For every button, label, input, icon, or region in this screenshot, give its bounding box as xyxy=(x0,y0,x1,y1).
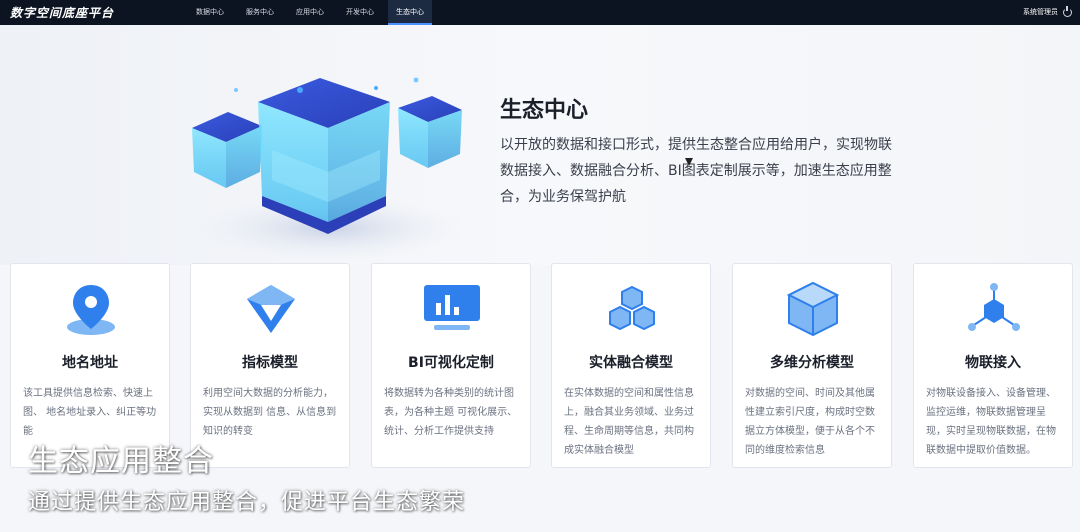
app-title[interactable]: 数字空间底座平台 xyxy=(10,4,114,21)
mouse-cursor-icon xyxy=(685,158,693,166)
bar-chart-monitor-icon xyxy=(424,285,480,330)
nav-item-ecosystem-center[interactable]: 生态中心 xyxy=(388,0,432,25)
nav-item-service-center[interactable]: 服务中心 xyxy=(238,0,282,25)
card-title: 地名地址 xyxy=(62,355,118,371)
card-indicator-model[interactable]: 指标模型 利用空间大数据的分析能力，实现从数据到 信息、从信息到知识的转变 xyxy=(190,263,350,468)
card-title: BI可视化定制 xyxy=(408,355,494,371)
nav-item-dev-center[interactable]: 开发中心 xyxy=(338,0,382,25)
nav-item-data-center[interactable]: 数据中心 xyxy=(188,0,232,25)
power-icon[interactable] xyxy=(1063,6,1072,17)
card-title: 物联接入 xyxy=(965,355,1021,371)
hero-title: 生态中心 xyxy=(500,98,589,123)
iot-network-icon xyxy=(968,283,1020,331)
hero-description: 以开放的数据和接口形式，提供生态整合应用给用户，实现物联数据接入、数据融合分析、… xyxy=(500,137,892,205)
map-pin-icon xyxy=(67,285,115,335)
main-nav: 数据中心 服务中心 应用中心 开发中心 生态中心 xyxy=(188,0,438,25)
stacked-cubes-icon xyxy=(609,285,655,331)
user-name[interactable]: 系统管理员 xyxy=(1023,0,1058,25)
caption-subtitle: 通过提供生态应用整合，促进平台生态繁荣 xyxy=(28,490,466,515)
card-description: 将数据转为各种类别的统计图表，为各种主题 可视化展示、统计、分析工作提供支持 xyxy=(384,388,518,437)
caption-title: 生态应用整合 xyxy=(28,444,214,479)
card-title: 多维分析模型 xyxy=(770,355,854,371)
top-navigation-bar: 数字空间底座平台 数据中心 服务中心 应用中心 开发中心 生态中心 系统管理员 xyxy=(0,0,1080,25)
card-title: 指标模型 xyxy=(242,355,298,371)
card-description: 利用空间大数据的分析能力，实现从数据到 信息、从信息到知识的转变 xyxy=(203,388,337,437)
card-description: 对数据的空间、时间及其他属性建立索引尺度，构成时空数据立方体模型，便于从各个不同… xyxy=(745,388,875,456)
card-description: 对物联设备接入、设备管理、监控运维，物联数据管理呈现，实时呈现物联数据，在物联数… xyxy=(926,388,1056,456)
card-entity-fusion-model[interactable]: 实体融合模型 在实体数据的空间和属性信息上，融合其业务领域、业务过程、生命周期等… xyxy=(551,263,711,468)
card-description: 在实体数据的空间和属性信息上，融合其业务领域、业务过程、生命周期等信息，共同构成… xyxy=(564,388,694,456)
funnel-cube-icon xyxy=(247,285,295,333)
card-iot-access[interactable]: 物联接入 对物联设备接入、设备管理、监控运维，物联数据管理呈现，实时呈现物联数据… xyxy=(913,263,1073,468)
card-multidimensional-analysis-model[interactable]: 多维分析模型 对数据的空间、时间及其他属性建立索引尺度，构成时空数据立方体模型，… xyxy=(732,263,892,468)
card-bi-visualization[interactable]: BI可视化定制 将数据转为各种类别的统计图表，为各种主题 可视化展示、统计、分析… xyxy=(371,263,531,468)
card-description: 该工具提供信息检索、快速上图、 地名地址录入、纠正等功能 xyxy=(23,388,157,437)
card-title: 实体融合模型 xyxy=(589,355,673,371)
3d-cube-icon xyxy=(786,281,840,337)
nav-item-app-center[interactable]: 应用中心 xyxy=(288,0,332,25)
hero-cubes-illustration xyxy=(190,77,470,260)
